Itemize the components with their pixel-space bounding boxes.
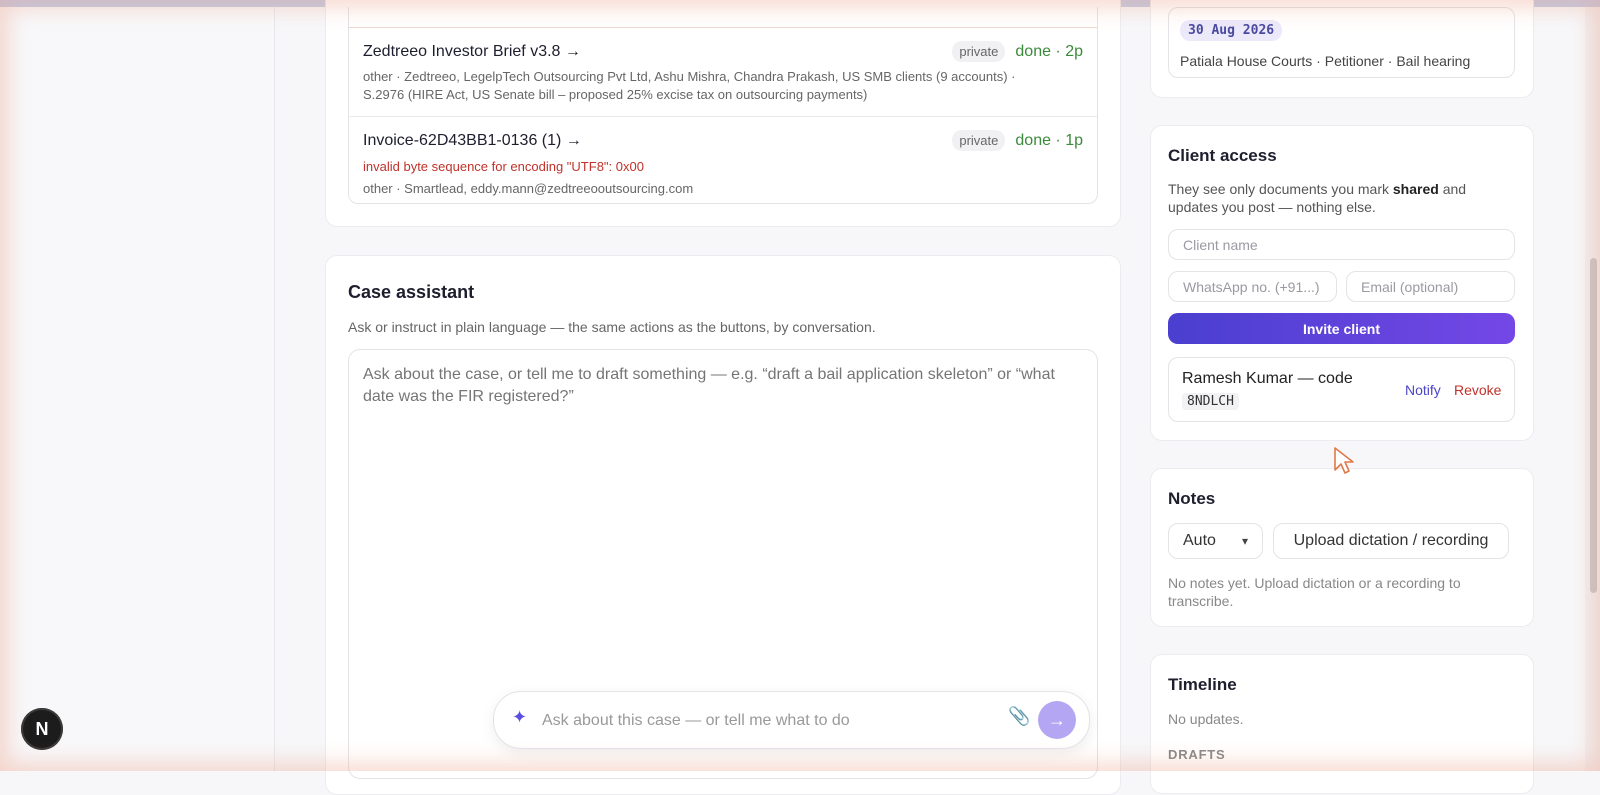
arrow-right-icon: → — [1048, 709, 1066, 730]
select-value: Auto — [1183, 532, 1216, 549]
whatsapp-input[interactable] — [1168, 271, 1337, 302]
drafts-label: DRAFTS — [1168, 747, 1226, 762]
document-meta: other · Smartlead, eddy.mann@zedtreeoout… — [363, 181, 694, 196]
timeline-empty-text: No updates. — [1168, 711, 1244, 727]
mouse-cursor-icon — [1334, 447, 1354, 474]
send-button[interactable]: → — [1038, 701, 1076, 739]
status-text: done · 1p — [1015, 131, 1083, 149]
timeline-title: Timeline — [1168, 675, 1237, 694]
notes-empty-text: No notes yet. Upload dictation or a reco… — [1168, 575, 1461, 609]
case-assistant-subtitle: Ask or instruct in plain language — the … — [348, 319, 876, 335]
sparkle-icon: ✦ — [512, 707, 528, 727]
client-name: Ramesh Kumar — code — [1182, 370, 1353, 387]
scrollbar-thumb[interactable] — [1590, 258, 1597, 593]
document-list: Zedtreeo Investor Brief v3.8 → private d… — [348, 7, 1098, 204]
document-meta: other · Zedtreeo, LegelpTech Outsourcing… — [363, 69, 1016, 102]
revoke-link[interactable]: Revoke — [1454, 382, 1501, 398]
client-access-description: They see only documents you mark shared … — [1168, 181, 1467, 215]
left-gutter — [0, 7, 275, 771]
paperclip-icon[interactable]: 📎 — [1008, 706, 1030, 727]
hearing-date-chip: 30 Aug 2026 — [1180, 20, 1283, 41]
upload-dictation-button[interactable]: Upload dictation / recording — [1273, 523, 1509, 559]
document-error: invalid byte sequence for encoding "UTF8… — [363, 159, 644, 174]
transcription-mode-select[interactable]: Auto ▾ — [1168, 523, 1263, 559]
document-title-link[interactable]: Invoice-62D43BB1-0136 (1) → — [363, 132, 582, 150]
document-row[interactable]: Invoice-62D43BB1-0136 (1) → private done… — [349, 116, 1097, 204]
document-title-link[interactable]: Zedtreeo Investor Brief v3.8 → — [363, 43, 581, 61]
chat-bar: ✦ 📎 → — [493, 691, 1090, 749]
client-access-title: Client access — [1168, 146, 1277, 165]
hearing-details: Patiala House Courts · Petitioner · Bail… — [1180, 53, 1471, 69]
app-badge-button[interactable]: N — [21, 708, 63, 750]
notes-title: Notes — [1168, 489, 1216, 508]
case-assistant-title: Case assistant — [348, 282, 475, 302]
chat-input[interactable] — [540, 706, 984, 736]
visibility-badge[interactable]: private — [952, 41, 1006, 62]
status-text: done · 2p — [1015, 42, 1083, 60]
email-input[interactable] — [1346, 271, 1515, 302]
notify-link[interactable]: Notify — [1405, 382, 1441, 398]
client-item: Ramesh Kumar — code 8NDLCH Notify Revoke — [1168, 357, 1515, 422]
document-row[interactable]: Zedtreeo Investor Brief v3.8 → private d… — [349, 28, 1097, 116]
invite-client-button[interactable]: Invite client — [1168, 313, 1515, 344]
chevron-down-icon: ▾ — [1241, 534, 1248, 548]
client-code: 8NDLCH — [1182, 393, 1239, 410]
list-divider — [349, 19, 1097, 28]
visibility-badge[interactable]: private — [952, 130, 1006, 151]
client-name-input[interactable] — [1168, 229, 1515, 260]
